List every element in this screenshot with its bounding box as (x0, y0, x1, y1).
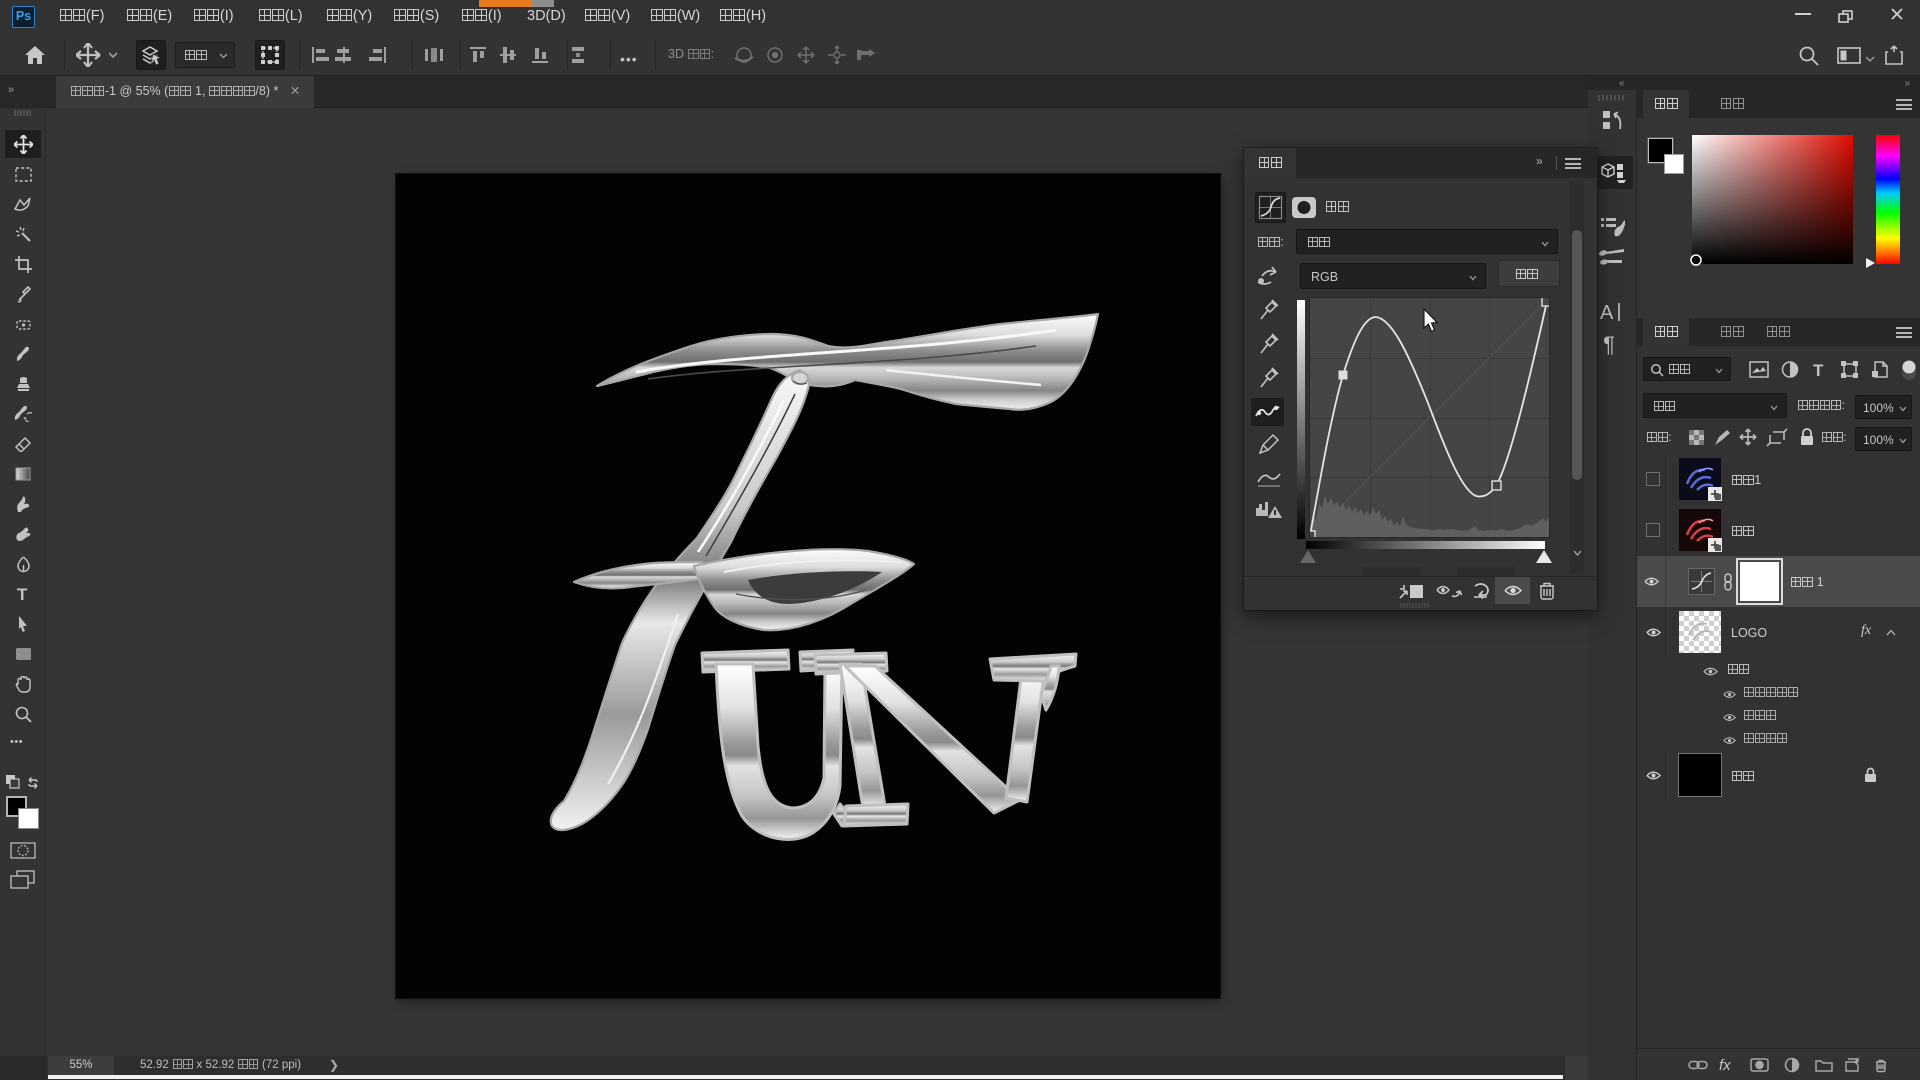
svg-text:T: T (1813, 361, 1824, 380)
svg-text:A: A (1600, 302, 1614, 324)
svg-text:fx: fx (1719, 1057, 1731, 1073)
svg-text:¶: ¶ (1603, 334, 1615, 356)
svg-text:T: T (17, 586, 28, 603)
